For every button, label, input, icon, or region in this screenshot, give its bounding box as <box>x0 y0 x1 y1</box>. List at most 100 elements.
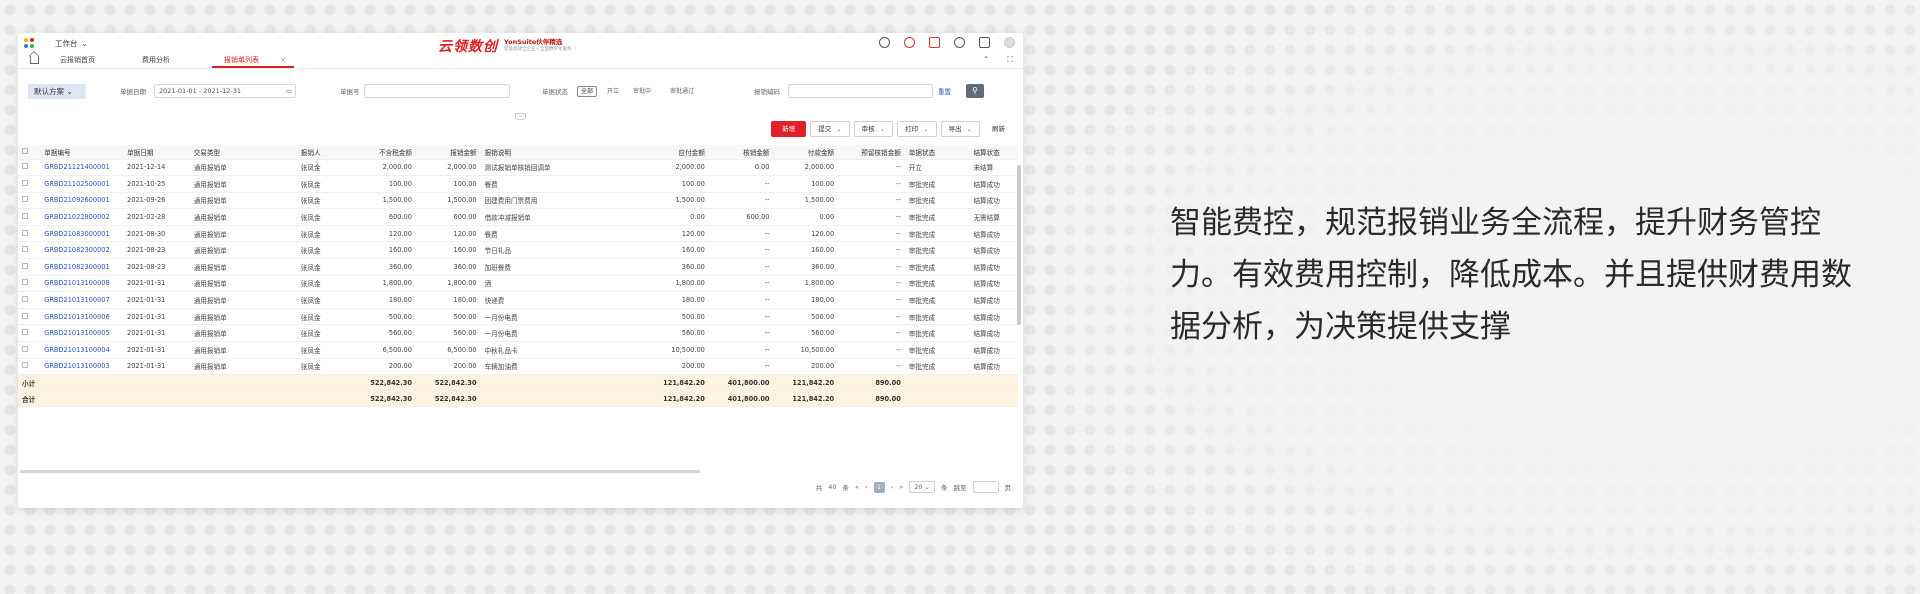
col-header[interactable]: 预留核销金额 <box>838 145 905 160</box>
submit-button[interactable]: 提交 ⌄ <box>810 121 850 137</box>
export-button[interactable]: 导出 ⌄ <box>940 121 980 137</box>
row-checkbox[interactable] <box>18 175 41 193</box>
search-button[interactable]: ⚲ <box>966 84 984 98</box>
new-button[interactable]: 新增 <box>771 121 807 137</box>
approve-button[interactable]: 审核 ⌄ <box>853 121 894 137</box>
row-checkbox[interactable] <box>18 308 41 326</box>
last-page-icon[interactable]: » <box>899 483 903 491</box>
table-row[interactable]: GRBD21013100007 2021-01-31 通用报销单 张凤金 180.00 1… <box>18 291 1018 309</box>
doc-no-input[interactable] <box>364 84 510 98</box>
col-header[interactable]: 报销说明 <box>480 145 645 160</box>
doc-number-link[interactable]: GRBD21013100006 <box>40 308 124 326</box>
col-header[interactable]: 报销金额 <box>415 145 481 160</box>
row-checkbox[interactable] <box>18 291 41 309</box>
search-icon[interactable] <box>879 37 890 48</box>
row-checkbox[interactable] <box>18 159 41 177</box>
status-chip-all[interactable]: 全部 <box>577 85 598 97</box>
row-checkbox[interactable] <box>18 258 41 276</box>
prev-page-icon[interactable]: ‹ <box>865 483 868 491</box>
doc-number-link[interactable]: GRBD21013100007 <box>40 291 124 309</box>
next-page-icon[interactable]: › <box>891 483 894 491</box>
first-page-icon[interactable]: « <box>855 483 859 491</box>
headset-icon[interactable] <box>954 37 965 48</box>
collapse-filter-button[interactable]: ⌄ <box>515 113 526 120</box>
table-cell: 通用报销单 <box>189 291 297 309</box>
close-icon[interactable]: × <box>280 53 286 67</box>
doc-number-link[interactable]: GRBD21022800002 <box>40 208 124 226</box>
doc-number-link[interactable]: GRBD21013100003 <box>40 358 124 376</box>
message-icon[interactable] <box>929 37 940 48</box>
doc-number-link[interactable]: GRBD21121400001 <box>40 159 124 177</box>
table-cell: 审批完成 <box>904 241 970 260</box>
tab-analysis[interactable]: 费用分析 <box>130 53 212 68</box>
status-chip-approved[interactable]: 审批通过 <box>666 86 698 97</box>
select-all-checkbox[interactable] <box>18 145 41 160</box>
help-icon[interactable] <box>904 37 915 48</box>
home-icon[interactable] <box>30 56 39 64</box>
fullscreen-icon[interactable]: ⛶ <box>1007 55 1013 65</box>
col-header[interactable]: 单据日期 <box>123 145 190 160</box>
row-checkbox[interactable] <box>18 192 41 210</box>
status-chip-open[interactable]: 开立 <box>603 86 623 97</box>
doc-number-link[interactable]: GRBD21082300001 <box>40 258 124 276</box>
table-row[interactable]: GRBD21013100008 2021-01-31 通用报销单 张凤金 1,800.0… <box>18 275 1018 293</box>
col-header[interactable]: 应付金额 <box>644 145 709 160</box>
horizontal-scrollbar[interactable] <box>20 470 700 473</box>
table-cell: 通用报销单 <box>189 175 297 193</box>
col-header[interactable]: 付款金额 <box>773 145 839 160</box>
table-cell: 审批完成 <box>904 308 970 326</box>
print-button[interactable]: 打印 ⌄ <box>897 121 937 137</box>
vertical-scrollbar[interactable] <box>1017 165 1021 325</box>
row-checkbox[interactable] <box>18 324 41 343</box>
table-row[interactable]: GRBD21083000001 2021-08-30 通用报销单 张凤金 120.00 1… <box>18 225 1018 243</box>
table-row[interactable]: GRBD21013100006 2021-01-31 通用报销单 张凤金 500.00 5… <box>18 308 1018 326</box>
doc-number-link[interactable]: GRBD21102500001 <box>40 175 124 193</box>
row-checkbox[interactable] <box>18 358 41 376</box>
col-header[interactable]: 交易类型 <box>189 145 297 160</box>
status-chip-pending[interactable]: 审批中 <box>629 86 655 97</box>
scheme-select[interactable]: 默认方案 ⌄ <box>28 83 86 99</box>
col-header[interactable]: 报销人 <box>296 145 354 160</box>
col-header[interactable]: 结算状态 <box>969 145 1018 160</box>
doc-number-link[interactable]: GRBD21013100005 <box>40 324 124 343</box>
row-checkbox[interactable] <box>18 241 41 260</box>
row-checkbox[interactable] <box>18 341 41 359</box>
doc-number-link[interactable]: GRBD21013100004 <box>40 341 124 359</box>
table-row[interactable]: GRBD21013100003 2021-01-31 通用报销单 张凤金 200.00 2… <box>18 358 1018 376</box>
current-page[interactable]: 1 <box>873 481 885 493</box>
goto-page-input[interactable] <box>972 481 999 493</box>
reset-link[interactable]: 重置 <box>938 86 951 96</box>
doc-number-link[interactable]: GRBD21013100008 <box>40 275 124 293</box>
table-row[interactable]: GRBD21082300001 2021-08-23 通用报销单 张凤金 360.00 3… <box>18 258 1018 276</box>
col-header[interactable]: 核销金额 <box>708 145 774 160</box>
row-checkbox[interactable] <box>18 208 41 226</box>
row-checkbox[interactable] <box>18 225 41 243</box>
table-row[interactable]: GRBD21102500001 2021-10-25 通用报销单 张凤金 100.00 1… <box>18 175 1018 193</box>
table-row[interactable]: GRBD21013100004 2021-01-31 通用报销单 张凤金 6,500.0… <box>18 341 1018 359</box>
calendar-icon[interactable] <box>979 37 990 48</box>
col-header[interactable]: 单据编号 <box>40 145 124 160</box>
table-row[interactable]: GRBD21082300002 2021-08-23 通用报销单 张凤金 160.00 1… <box>18 241 1018 260</box>
refresh-button[interactable]: 刷新 <box>984 121 1013 137</box>
chevron-up-icon[interactable]: ⌃ <box>983 55 990 65</box>
doc-number-link[interactable]: GRBD21082300002 <box>40 241 124 260</box>
page-size-select[interactable]: 20 ⌄ <box>909 481 935 493</box>
date-range-input[interactable]: 2021-01-01 - 2021-12-31 ▭ <box>154 84 296 98</box>
app-logo-icon[interactable] <box>24 37 35 49</box>
col-header[interactable]: 单据状态 <box>904 145 970 160</box>
table-cell <box>480 374 645 392</box>
code-input[interactable] <box>788 84 933 98</box>
workbench-menu[interactable]: 工作台 ⌄ <box>55 38 88 49</box>
table-row[interactable]: GRBD21013100005 2021-01-31 通用报销单 张凤金 560.00 5… <box>18 324 1018 343</box>
table-cell: 车辆加油费 <box>480 358 645 376</box>
table-row[interactable]: GRBD21022800002 2021-02-28 通用报销单 张凤金 600.00 6… <box>18 208 1018 226</box>
doc-number-link[interactable]: GRBD21092600001 <box>40 192 124 210</box>
doc-number-link[interactable]: GRBD21083000001 <box>40 225 124 243</box>
tab-home[interactable]: 云报销首页 <box>48 53 130 68</box>
tab-list[interactable]: 报销单列表 × <box>212 53 294 68</box>
row-checkbox[interactable] <box>18 275 41 293</box>
table-row[interactable]: GRBD21092600001 2021-09-26 通用报销单 张凤金 1,500.0… <box>18 192 1018 210</box>
table-row[interactable]: GRBD21121400001 2021-12-14 通用报销单 张凤金 2,000.0… <box>18 159 1018 177</box>
avatar[interactable] <box>1004 37 1015 48</box>
col-header[interactable]: 不含税金额 <box>353 145 416 160</box>
